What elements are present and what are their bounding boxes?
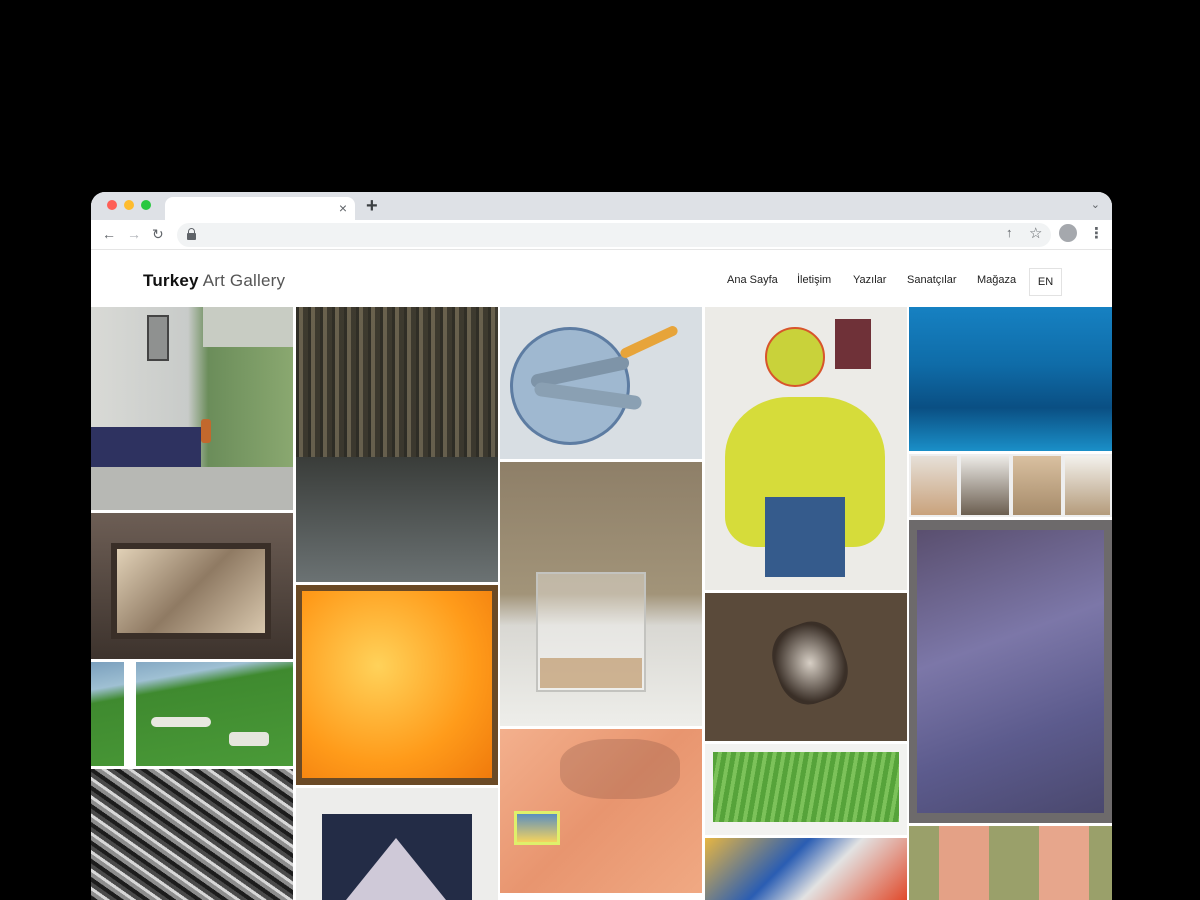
tab-search-icon[interactable]: ⌄ (1091, 198, 1100, 211)
browser-toolbar: ← → ↻ ↑ ☆ ⋮ (91, 220, 1112, 250)
maximize-window-icon[interactable] (141, 200, 151, 210)
address-bar[interactable] (177, 223, 1051, 247)
forward-icon[interactable]: → (127, 226, 141, 242)
artwork-sculpture-photo-collage[interactable] (909, 454, 1112, 517)
artwork-peach-figures[interactable] (909, 826, 1112, 900)
back-icon[interactable]: ← (102, 226, 116, 242)
artwork-silver-foil[interactable] (91, 769, 293, 900)
lock-icon (187, 228, 196, 240)
language-switch-button[interactable]: EN (1029, 268, 1062, 296)
profile-avatar-icon[interactable] (1059, 224, 1077, 242)
reload-icon[interactable]: ↻ (152, 226, 164, 242)
logo-text-strong: Turkey (143, 271, 199, 290)
artwork-blue-landscape[interactable] (909, 307, 1112, 451)
artwork-purple-abstract[interactable] (909, 520, 1112, 823)
new-tab-icon[interactable]: + (366, 196, 378, 216)
nav-articles[interactable]: Yazılar (853, 274, 886, 286)
artwork-glass-still-life[interactable] (500, 462, 702, 726)
artwork-colorful-collage[interactable] (705, 838, 907, 900)
minimize-window-icon[interactable] (124, 200, 134, 210)
bookmark-star-icon[interactable]: ☆ (1029, 224, 1042, 242)
logo-text-light: Art Gallery (202, 271, 286, 290)
nav-artists[interactable]: Sanatçılar (907, 274, 957, 286)
artwork-bird-on-brown[interactable] (705, 593, 907, 741)
nav-shop[interactable]: Mağaza (977, 274, 1016, 286)
artwork-peach-sunset[interactable] (500, 729, 702, 893)
artwork-yellow-figure-abstract[interactable] (705, 307, 907, 590)
active-tab[interactable]: × (165, 197, 355, 220)
artwork-woodshed[interactable] (91, 513, 293, 659)
artwork-green-hills-sheep[interactable] (91, 662, 293, 766)
artwork-mountain-print[interactable] (296, 788, 498, 900)
artwork-fish-on-plate[interactable] (500, 307, 702, 459)
artwork-green-grass[interactable] (705, 744, 907, 835)
browser-menu-icon[interactable]: ⋮ (1089, 224, 1104, 242)
artwork-street-wall-tree[interactable] (91, 307, 293, 510)
browser-window: × + ⌄ ← → ↻ ↑ ☆ ⋮ Turkey Art Gallery Ana… (91, 192, 1112, 900)
artwork-dark-forest[interactable] (296, 307, 498, 582)
nav-home[interactable]: Ana Sayfa (727, 274, 778, 286)
close-window-icon[interactable] (107, 200, 117, 210)
site-header: Turkey Art Gallery Ana Sayfa İletişim Ya… (91, 250, 1112, 307)
gallery-grid (91, 307, 1112, 900)
share-icon[interactable]: ↑ (1006, 225, 1013, 240)
site-logo[interactable]: Turkey Art Gallery (143, 271, 285, 291)
tab-bar: × + ⌄ (91, 192, 1112, 220)
tab-close-icon[interactable]: × (339, 200, 347, 216)
nav-contact[interactable]: İletişim (797, 274, 831, 286)
artwork-orange-texture[interactable] (296, 585, 498, 785)
